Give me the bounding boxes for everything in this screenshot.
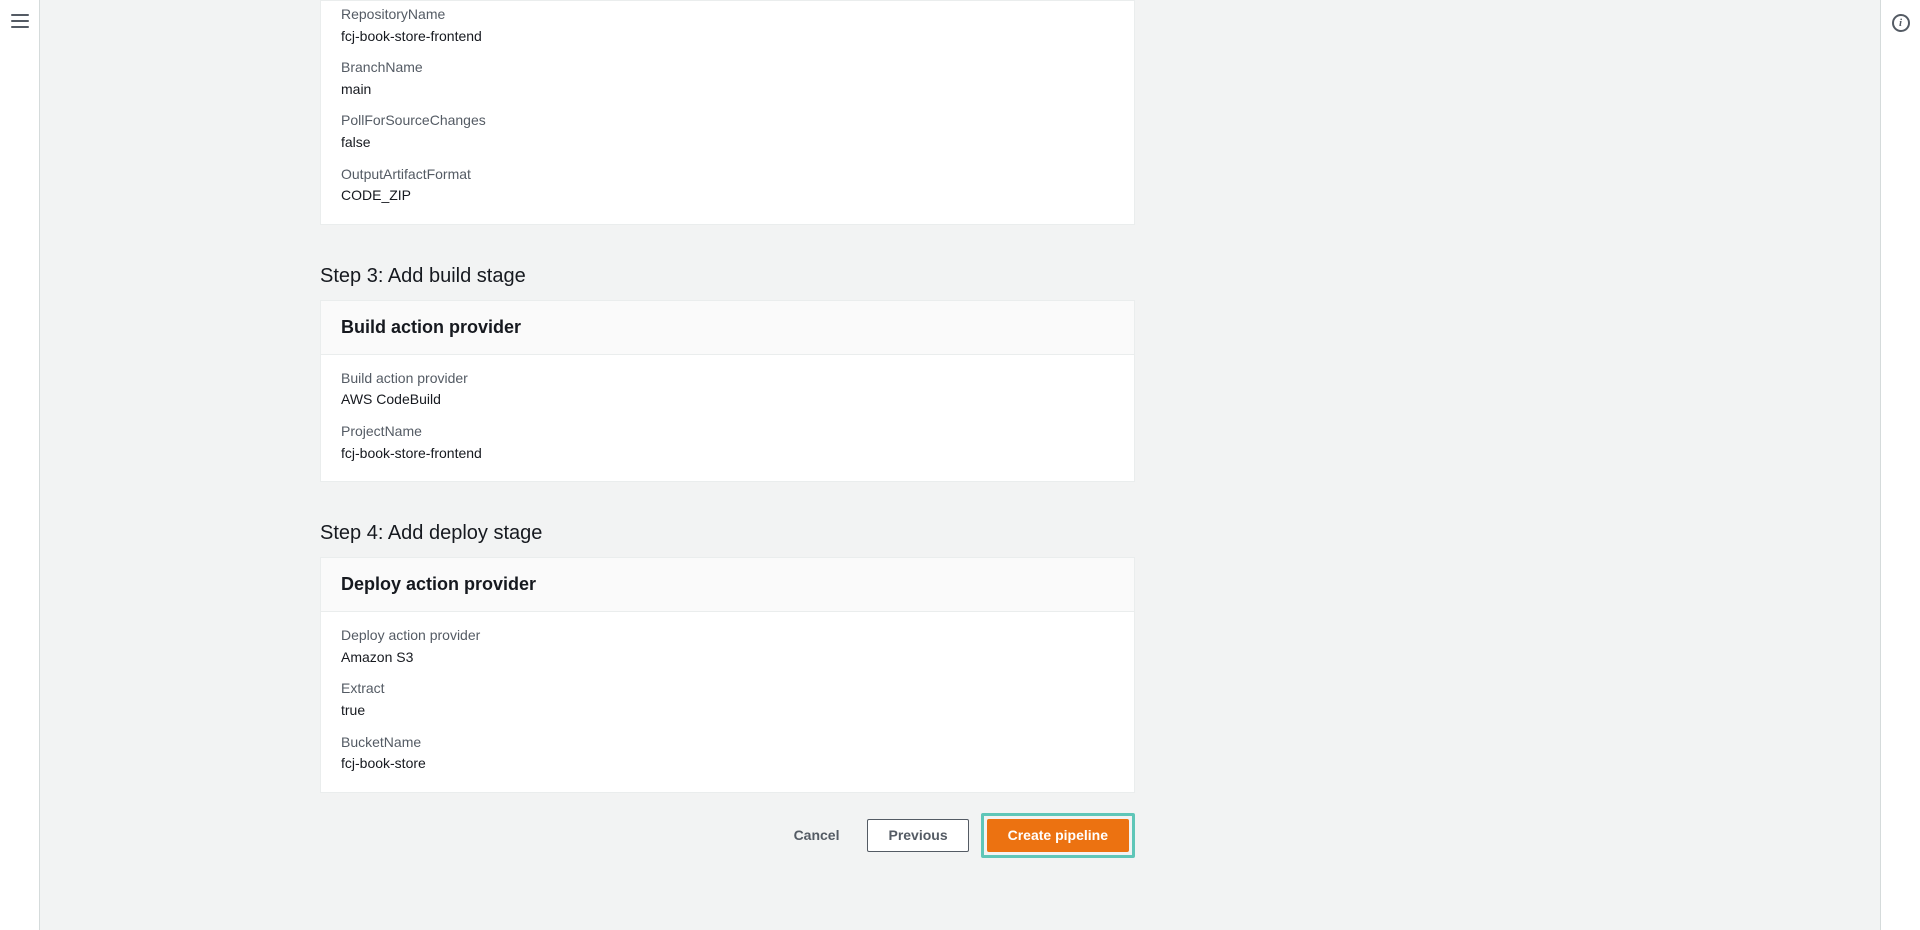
deploy-panel-header: Deploy action provider — [321, 558, 1134, 612]
field-value: Amazon S3 — [341, 648, 1114, 668]
field-project-name: ProjectName fcj-book-store-frontend — [341, 422, 1114, 463]
field-label: RepositoryName — [341, 5, 1114, 25]
field-label: Deploy action provider — [341, 626, 1114, 646]
field-value: fcj-book-store-frontend — [341, 444, 1114, 464]
create-button-highlight: Create pipeline — [981, 813, 1135, 859]
field-branch-name: BranchName main — [341, 58, 1114, 99]
field-label: PollForSourceChanges — [341, 111, 1114, 131]
field-label: Extract — [341, 679, 1114, 699]
build-panel: Build action provider Build action provi… — [320, 300, 1135, 482]
field-label: OutputArtifactFormat — [341, 165, 1114, 185]
field-value: true — [341, 701, 1114, 721]
field-output-artifact-format: OutputArtifactFormat CODE_ZIP — [341, 165, 1114, 206]
field-label: ProjectName — [341, 422, 1114, 442]
step4-title: Step 4: Add deploy stage — [320, 522, 1135, 545]
right-sidebar-rail: i — [1880, 0, 1920, 930]
build-panel-header: Build action provider — [321, 301, 1134, 355]
menu-icon[interactable] — [11, 14, 29, 28]
previous-button[interactable]: Previous — [867, 819, 968, 853]
field-value: main — [341, 80, 1114, 100]
field-value: fcj-book-store-frontend — [341, 27, 1114, 47]
field-poll-source-changes: PollForSourceChanges false — [341, 111, 1114, 152]
field-extract: Extract true — [341, 679, 1114, 720]
field-label: BucketName — [341, 733, 1114, 753]
wizard-button-row: Cancel Previous Create pipeline — [320, 813, 1135, 859]
field-repository-name: RepositoryName fcj-book-store-frontend — [341, 5, 1114, 46]
info-icon[interactable]: i — [1892, 14, 1910, 32]
field-value: fcj-book-store — [341, 754, 1114, 774]
main-scroll-area[interactable]: RepositoryName fcj-book-store-frontend B… — [40, 0, 1880, 930]
field-label: BranchName — [341, 58, 1114, 78]
field-build-action-provider: Build action provider AWS CodeBuild — [341, 369, 1114, 410]
field-deploy-action-provider: Deploy action provider Amazon S3 — [341, 626, 1114, 667]
field-label: Build action provider — [341, 369, 1114, 389]
field-bucket-name: BucketName fcj-book-store — [341, 733, 1114, 774]
deploy-panel: Deploy action provider Deploy action pro… — [320, 557, 1135, 793]
cancel-button[interactable]: Cancel — [778, 820, 856, 852]
left-sidebar-rail — [0, 0, 40, 930]
field-value: AWS CodeBuild — [341, 390, 1114, 410]
step3-title: Step 3: Add build stage — [320, 265, 1135, 288]
deploy-panel-title: Deploy action provider — [341, 574, 1114, 595]
create-pipeline-button[interactable]: Create pipeline — [987, 819, 1129, 853]
field-value: false — [341, 133, 1114, 153]
build-panel-title: Build action provider — [341, 317, 1114, 338]
source-panel: RepositoryName fcj-book-store-frontend B… — [320, 0, 1135, 225]
field-value: CODE_ZIP — [341, 186, 1114, 206]
